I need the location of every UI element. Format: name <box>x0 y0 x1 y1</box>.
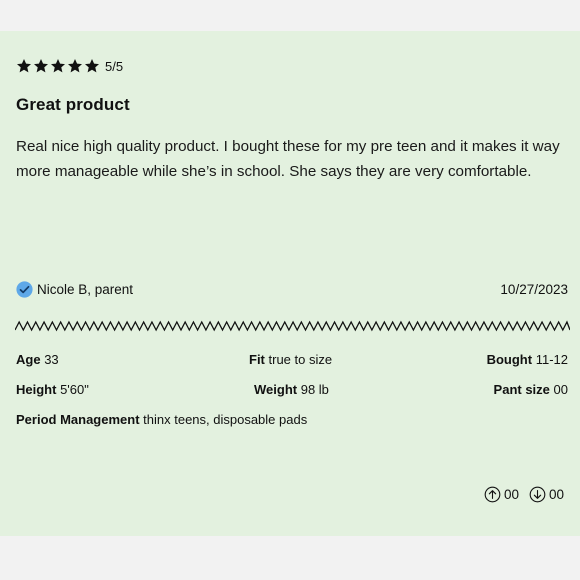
attr-pant-size-value: 00 <box>553 382 568 397</box>
rating-text: 5/5 <box>105 58 124 74</box>
star-icon <box>34 59 48 73</box>
star-rating: 5/5 <box>16 58 123 74</box>
attr-weight: Weight 98 lb <box>254 382 329 397</box>
attr-pant-size: Pant size 00 <box>494 382 568 397</box>
attr-age-label: Age <box>16 352 41 367</box>
star-icon <box>51 59 65 73</box>
attr-age-value: 33 <box>44 352 59 367</box>
attr-bought-label: Bought <box>486 352 533 367</box>
reviewer-info: Nicole B, parent <box>16 281 133 298</box>
attr-height: Height 5'60" <box>16 382 89 397</box>
downvote-count: 00 <box>548 487 564 502</box>
review-date: 10/27/2023 <box>500 282 568 297</box>
attr-fit-value: true to size <box>268 352 333 367</box>
attr-period-management: Period Management thinx teens, disposabl… <box>16 412 307 427</box>
star-icon <box>85 59 99 73</box>
downvote-button[interactable]: 00 <box>529 486 564 503</box>
review-body: Real nice high quality product. I bought… <box>16 138 560 180</box>
attr-height-value: 5'60" <box>60 382 89 397</box>
check-circle-icon <box>16 281 33 298</box>
attr-height-label: Height <box>16 382 57 397</box>
attr-pant-size-label: Pant size <box>493 382 550 397</box>
attr-weight-label: Weight <box>254 382 298 397</box>
helpful-votes: 00 00 <box>484 486 564 503</box>
attr-weight-value: 98 lb <box>300 382 329 397</box>
review-title: Great product <box>16 95 130 114</box>
attr-age: Age 33 <box>16 352 59 367</box>
attr-bought-value: 11-12 <box>535 352 568 367</box>
arrow-down-circle-icon <box>529 486 546 503</box>
arrow-up-circle-icon <box>484 486 501 503</box>
zigzag-divider <box>15 320 570 332</box>
attr-period-management-value: thinx teens, disposable pads <box>143 412 308 427</box>
review-card: 5/5 Great product Real nice high quality… <box>0 31 580 536</box>
attr-fit: Fit true to size <box>249 352 332 367</box>
star-icon <box>17 59 31 73</box>
attr-fit-label: Fit <box>249 352 265 367</box>
upvote-button[interactable]: 00 <box>484 486 519 503</box>
attr-bought: Bought 11-12 <box>487 352 568 367</box>
upvote-count: 00 <box>503 487 519 502</box>
attr-period-management-label: Period Management <box>16 412 140 427</box>
star-icon <box>68 59 82 73</box>
reviewer-name: Nicole B, parent <box>37 282 134 297</box>
